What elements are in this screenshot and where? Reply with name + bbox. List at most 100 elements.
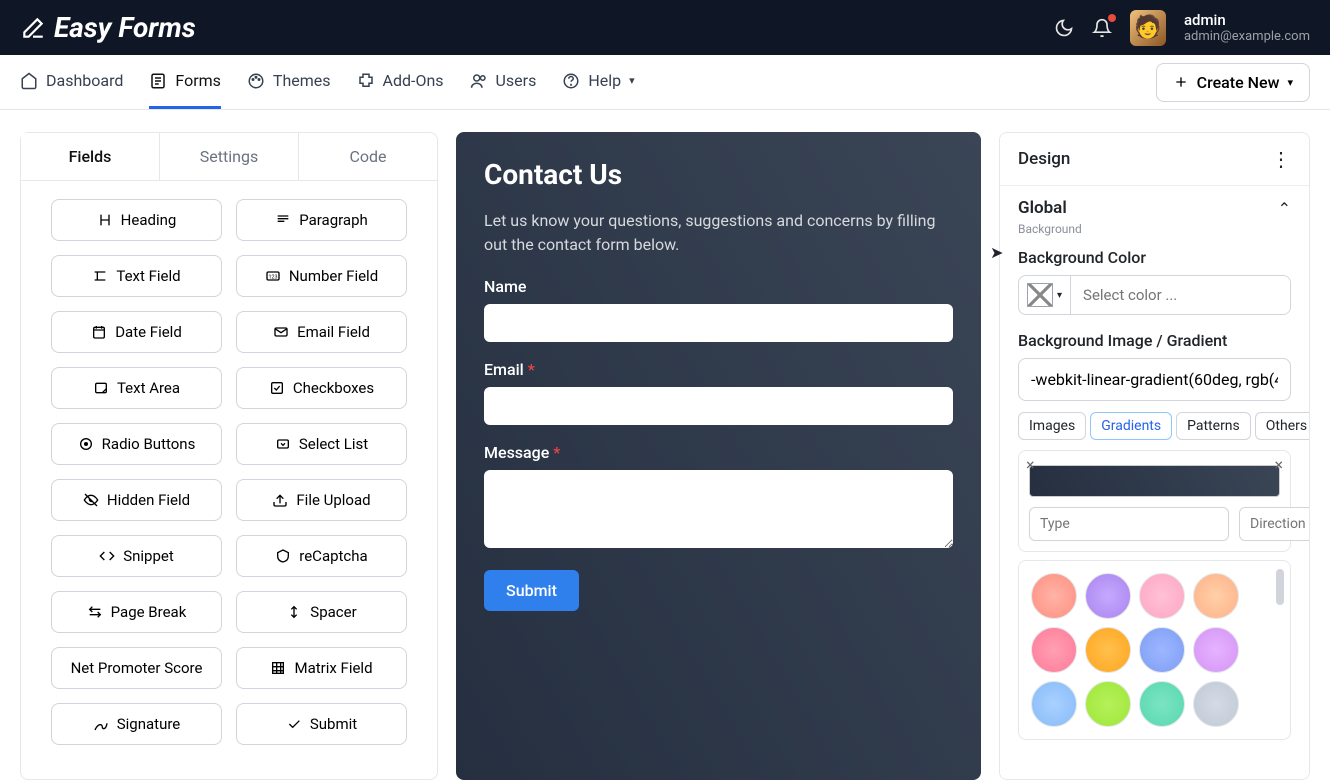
section-title: Global — [1018, 198, 1067, 218]
field-icon — [93, 380, 109, 396]
gradient-type-input[interactable] — [1029, 507, 1229, 541]
field-text-field[interactable]: Text Field — [51, 255, 222, 297]
swatch-transparent — [1027, 283, 1053, 307]
gtab-gradients[interactable]: Gradients — [1090, 412, 1172, 440]
triangle-down-icon: ▾ — [1057, 290, 1062, 301]
field-spacer[interactable]: Spacer — [236, 591, 407, 633]
nav-dashboard[interactable]: Dashboard — [20, 55, 123, 109]
field-email-field[interactable]: Email Field — [236, 311, 407, 353]
palette-swatch-11[interactable] — [1193, 681, 1239, 727]
field-label: Spacer — [310, 603, 356, 621]
nav-themes[interactable]: Themes — [247, 55, 331, 109]
field-file-upload[interactable]: File Upload — [236, 479, 407, 521]
nav-addons[interactable]: Add-Ons — [357, 55, 444, 109]
gtab-others[interactable]: Others — [1255, 412, 1310, 440]
bg-color-input[interactable] — [1071, 276, 1291, 314]
form-input-email[interactable] — [484, 387, 953, 425]
palette-swatch-6[interactable] — [1139, 627, 1185, 673]
gtab-images[interactable]: Images — [1018, 412, 1086, 440]
field-checkboxes[interactable]: Checkboxes — [236, 367, 407, 409]
palette-swatch-2[interactable] — [1139, 573, 1185, 619]
dark-mode-icon[interactable] — [1054, 18, 1074, 38]
field-number-field[interactable]: 123 Number Field — [236, 255, 407, 297]
submit-button[interactable]: Submit — [484, 570, 579, 611]
field-date-field[interactable]: Date Field — [51, 311, 222, 353]
remove-stop-right[interactable]: × — [1274, 455, 1283, 474]
field-icon — [275, 212, 291, 228]
form-input-message[interactable] — [484, 470, 953, 548]
form-field-email: Email * — [484, 360, 953, 425]
field-label: Text Area — [117, 379, 180, 397]
palette-scrollbar[interactable] — [1276, 569, 1284, 605]
palette-swatch-10[interactable] — [1139, 681, 1185, 727]
field-matrix-field[interactable]: Matrix Field — [236, 647, 407, 689]
palette-swatch-5[interactable] — [1085, 627, 1131, 673]
home-icon — [20, 72, 38, 90]
field-icon — [87, 604, 103, 620]
tab-code[interactable]: Code — [299, 133, 437, 180]
user-info[interactable]: admin admin@example.com — [1184, 11, 1310, 45]
field-icon — [92, 268, 108, 284]
form-input-name[interactable] — [484, 304, 953, 342]
field-icon — [273, 324, 289, 340]
avatar[interactable]: 🧑 — [1130, 10, 1166, 46]
field-submit[interactable]: Submit — [236, 703, 407, 745]
field-signature[interactable]: Signature — [51, 703, 222, 745]
field-icon: 123 — [265, 268, 281, 284]
gtab-patterns[interactable]: Patterns — [1176, 412, 1251, 440]
form-field-message: Message * — [484, 443, 953, 552]
field-select-list[interactable]: Select List — [236, 423, 407, 465]
kebab-icon[interactable]: ⋮ — [1271, 147, 1291, 171]
field-snippet[interactable]: Snippet — [51, 535, 222, 577]
field-label: Radio Buttons — [102, 435, 196, 453]
chevron-up-icon[interactable]: ⌃ — [1278, 199, 1291, 218]
palette-swatch-8[interactable] — [1031, 681, 1077, 727]
field-text-area[interactable]: Text Area — [51, 367, 222, 409]
bg-color-label: Background Color — [1018, 248, 1291, 267]
nav-users[interactable]: Users — [470, 55, 537, 109]
palette-swatch-7[interactable] — [1193, 627, 1239, 673]
field-hidden-field[interactable]: Hidden Field — [51, 479, 222, 521]
bg-image-input[interactable] — [1018, 358, 1291, 401]
tab-fields[interactable]: Fields — [21, 133, 160, 180]
field-radio-buttons[interactable]: Radio Buttons — [51, 423, 222, 465]
remove-stop-left[interactable]: × — [1026, 455, 1035, 474]
field-label: Number Field — [289, 267, 378, 285]
notification-dot — [1108, 14, 1116, 22]
create-new-button[interactable]: Create New ▾ — [1156, 63, 1310, 102]
bg-image-label: Background Image / Gradient — [1018, 331, 1291, 350]
field-label: Snippet — [123, 547, 174, 565]
nav-label: Help — [588, 71, 621, 90]
field-label: Heading — [121, 211, 177, 229]
palette-container — [1018, 560, 1291, 740]
field-icon — [272, 492, 288, 508]
nav-forms[interactable]: Forms — [149, 55, 221, 109]
palette-swatch-3[interactable] — [1193, 573, 1239, 619]
brand-logo[interactable]: Easy Forms — [20, 11, 196, 44]
color-swatch-button[interactable]: ▾ — [1019, 276, 1071, 314]
plus-icon — [1173, 74, 1189, 90]
field-label: Paragraph — [299, 211, 368, 229]
gradient-tabs: Images Gradients Patterns Others ⌃ — [1018, 411, 1291, 440]
field-label: Hidden Field — [107, 491, 190, 509]
field-net-promoter-score[interactable]: Net Promoter Score — [51, 647, 222, 689]
field-icon — [97, 212, 113, 228]
form-label: Email * — [484, 360, 953, 379]
field-icon — [286, 604, 302, 620]
palette-swatch-0[interactable] — [1031, 573, 1077, 619]
design-title: Design — [1018, 149, 1070, 169]
left-panel: Fields Settings Code Heading Paragraph Tex… — [20, 132, 438, 780]
field-page-break[interactable]: Page Break — [51, 591, 222, 633]
palette-swatch-4[interactable] — [1031, 627, 1077, 673]
bell-icon[interactable] — [1092, 18, 1112, 38]
left-panel-tabs: Fields Settings Code — [21, 133, 437, 181]
field-recaptcha[interactable]: reCaptcha — [236, 535, 407, 577]
palette-swatch-9[interactable] — [1085, 681, 1131, 727]
field-heading[interactable]: Heading — [51, 199, 222, 241]
tab-settings[interactable]: Settings — [160, 133, 299, 180]
gradient-preview[interactable]: × × — [1029, 465, 1280, 497]
field-paragraph[interactable]: Paragraph — [236, 199, 407, 241]
palette-swatch-1[interactable] — [1085, 573, 1131, 619]
gradient-direction-input[interactable] — [1239, 507, 1310, 541]
nav-help[interactable]: Help▾ — [562, 55, 634, 109]
